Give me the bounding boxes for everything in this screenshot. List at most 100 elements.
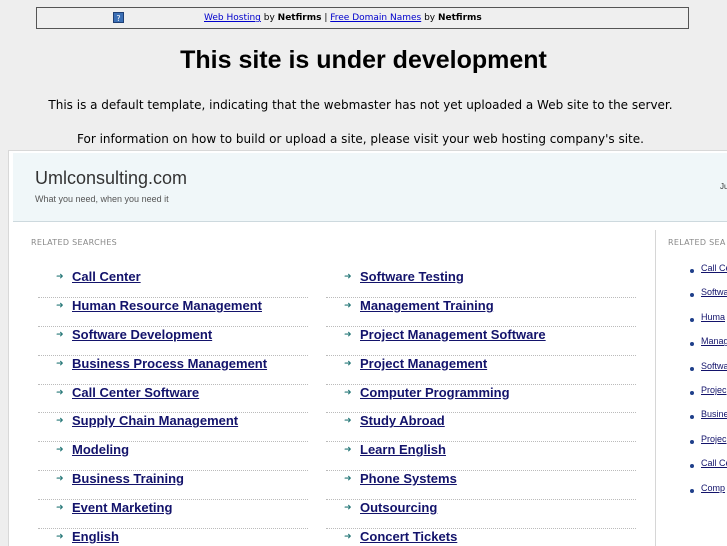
bullet-icon — [690, 415, 694, 420]
related-search-item: ➜ Project Management — [326, 356, 636, 385]
banner-by-text: by — [260, 13, 278, 23]
arrow-right-icon: ➜ — [344, 474, 352, 485]
site-title[interactable]: Umlconsulting.com — [35, 168, 187, 189]
site-header: Umlconsulting.com What you need, when yo… — [13, 153, 727, 222]
sidebar-search-link[interactable]: Comp — [701, 483, 725, 493]
sidebar-related-searches: RELATED SEA Call Ce Softwa Huma Manag Softwa… — [666, 230, 727, 546]
bullet-icon — [690, 464, 694, 469]
related-search-item: ➜ Computer Programming — [326, 385, 636, 414]
related-search-item: ➜ Call Center Software — [38, 385, 308, 414]
banner-brand: Netfirms — [437, 13, 482, 23]
related-search-item: ➜ Learn English — [326, 442, 636, 472]
related-search-link[interactable]: Business Process Management — [72, 356, 267, 371]
related-search-item: ➜ Management Training — [326, 298, 636, 327]
related-search-item: ➜ Study Abroad — [326, 413, 636, 443]
related-search-link[interactable]: Supply Chain Management — [72, 413, 238, 428]
related-search-item: ➜ Human Resource Management — [38, 298, 308, 327]
default-template-message: This is a default template, indicating t… — [48, 98, 673, 112]
arrow-right-icon: ➜ — [56, 445, 64, 456]
bullet-icon — [690, 488, 694, 493]
hosting-banner: ? Web Hosting by Netfirms | Free Domain … — [36, 7, 689, 29]
related-search-link[interactable]: Outsourcing — [360, 500, 437, 515]
question-icon[interactable]: ? — [113, 12, 124, 23]
related-searches-left-column: ➜ Call Center ➜ Human Resource Management ➜ S… — [38, 269, 308, 546]
related-search-item: ➜ Call Center — [38, 269, 308, 298]
arrow-right-icon: ➜ — [344, 503, 352, 514]
arrow-right-icon: ➜ — [344, 272, 352, 282]
related-search-link[interactable]: Business Training — [72, 471, 184, 486]
arrow-right-icon: ➜ — [344, 329, 352, 340]
related-search-link[interactable]: Project Management — [360, 356, 487, 371]
related-search-item: ➜ Software Testing — [326, 269, 636, 298]
related-search-link[interactable]: Project Management Software — [360, 327, 546, 342]
bullet-icon — [690, 366, 694, 371]
arrow-right-icon: ➜ — [344, 358, 352, 369]
related-search-item: ➜ Business Process Management — [38, 356, 308, 385]
page-headline: This site is under development — [180, 46, 547, 74]
related-search-item: ➜ Modeling — [38, 442, 308, 472]
related-search-link[interactable]: Management Training — [360, 298, 494, 313]
arrow-right-icon: ➜ — [344, 416, 352, 427]
related-search-link[interactable]: Phone Systems — [360, 471, 457, 486]
sidebar-search-link[interactable]: Projec — [701, 385, 727, 395]
arrow-right-icon: ➜ — [56, 474, 64, 485]
related-searches-panel: RELATED SEARCHES ➜ Call Center ➜ Human Reso… — [17, 230, 656, 546]
web-hosting-link[interactable]: Web Hosting — [204, 13, 261, 23]
sidebar-search-link[interactable]: Manag — [701, 336, 727, 346]
related-search-link[interactable]: Learn English — [360, 442, 446, 457]
banner-brand: Netfirms — [277, 13, 322, 23]
arrow-right-icon: ➜ — [344, 387, 352, 398]
hosting-info-message: For information on how to build or uploa… — [77, 132, 644, 146]
related-search-item: ➜ Supply Chain Management — [38, 413, 308, 443]
arrow-right-icon: ➜ — [56, 329, 64, 340]
arrow-right-icon: ➜ — [56, 272, 64, 282]
sidebar-search-link[interactable]: Projec — [701, 434, 727, 444]
banner-separator: | — [321, 13, 331, 23]
bullet-icon — [690, 439, 694, 444]
related-search-link[interactable]: English — [72, 529, 119, 544]
related-search-item: ➜ Event Marketing — [38, 500, 308, 530]
related-search-link[interactable]: Software Testing — [360, 269, 464, 284]
related-search-link[interactable]: Event Marketing — [72, 500, 172, 515]
free-domain-link[interactable]: Free Domain Names — [330, 13, 421, 23]
related-search-link[interactable]: Call Center Software — [72, 385, 199, 400]
sidebar-search-link[interactable]: Busine — [701, 409, 727, 419]
arrow-right-icon: ➜ — [56, 503, 64, 514]
arrow-right-icon: ➜ — [56, 300, 64, 311]
sidebar-search-link[interactable]: Softwa — [701, 361, 727, 371]
arrow-right-icon: ➜ — [56, 532, 64, 543]
related-searches-right-column: ➜ Software Testing ➜ Management Training ➜ Pr… — [326, 269, 636, 546]
arrow-right-icon: ➜ — [344, 445, 352, 456]
related-search-link[interactable]: Human Resource Management — [72, 298, 262, 313]
site-tagline: What you need, when you need it — [35, 194, 169, 204]
sidebar-search-link[interactable]: Huma — [701, 312, 725, 322]
banner-links: Web Hosting by Netfirms | Free Domain Na… — [204, 8, 482, 28]
related-search-link[interactable]: Modeling — [72, 442, 129, 457]
bullet-icon — [690, 293, 694, 298]
related-search-item: ➜ English — [38, 529, 308, 546]
bullet-icon — [690, 342, 694, 347]
sidebar-search-link[interactable]: Call Ce — [701, 263, 727, 273]
related-search-item: ➜ Business Training — [38, 471, 308, 501]
arrow-right-icon: ➜ — [344, 532, 352, 543]
related-search-link[interactable]: Computer Programming — [360, 385, 510, 400]
sidebar-search-link[interactable]: Softwa — [701, 287, 727, 297]
related-search-link[interactable]: Software Development — [72, 327, 212, 342]
related-search-link[interactable]: Concert Tickets — [360, 529, 457, 544]
related-search-item: ➜ Project Management Software — [326, 327, 636, 356]
bullet-icon — [690, 317, 694, 322]
sidebar-search-link[interactable]: Call Ce — [701, 458, 727, 468]
bullet-icon — [690, 390, 694, 395]
arrow-right-icon: ➜ — [344, 300, 352, 311]
bullet-icon — [690, 269, 694, 273]
related-search-item: ➜ Phone Systems — [326, 471, 636, 501]
related-searches-label: RELATED SEARCHES — [31, 238, 118, 247]
related-search-item: ➜ Outsourcing — [326, 500, 636, 530]
arrow-right-icon: ➜ — [56, 387, 64, 398]
related-search-item: ➜ Software Development — [38, 327, 308, 356]
related-search-link[interactable]: Call Center — [72, 269, 141, 284]
sidebar-related-label: RELATED SEA — [668, 238, 726, 247]
related-search-link[interactable]: Study Abroad — [360, 413, 445, 428]
parked-domain-frame: Umlconsulting.com What you need, when yo… — [8, 150, 727, 546]
arrow-right-icon: ➜ — [56, 358, 64, 369]
